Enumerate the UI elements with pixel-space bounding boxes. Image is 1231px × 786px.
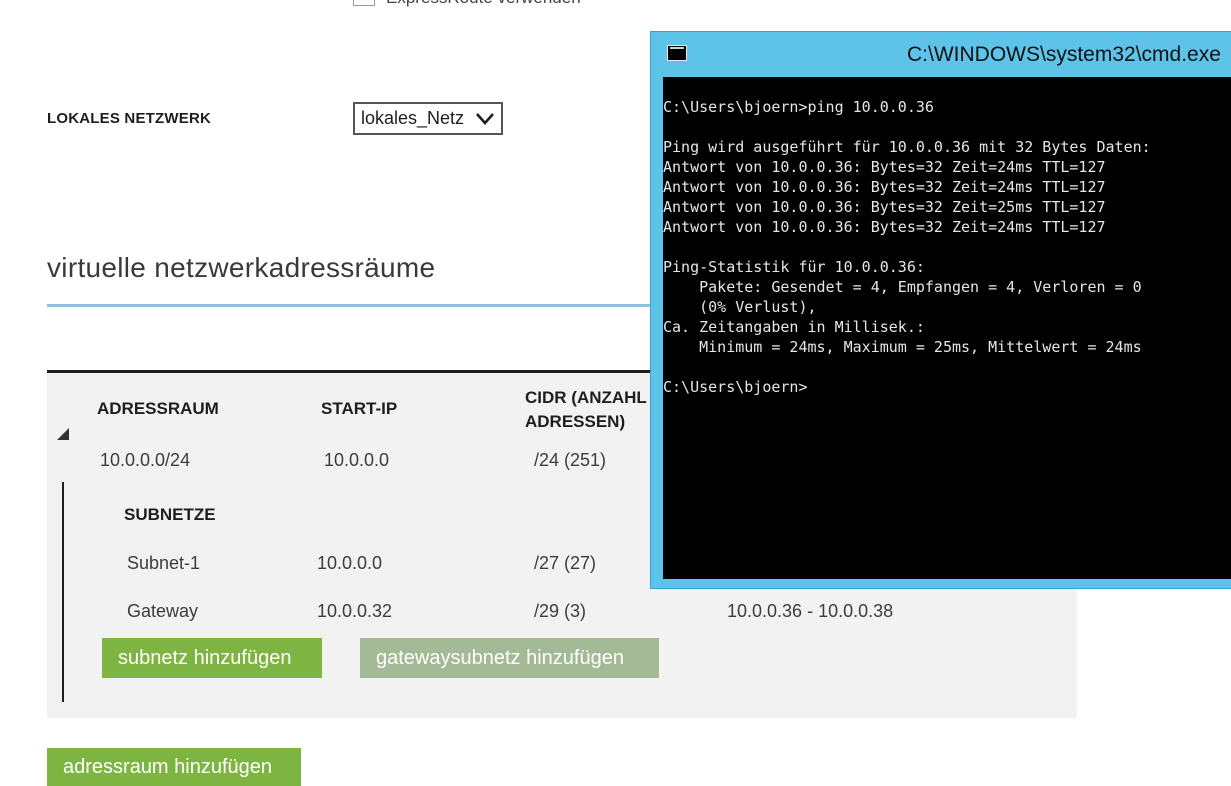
cmd-window-title: C:\WINDOWS\system32\cmd.exe (907, 43, 1221, 66)
cmd-console[interactable]: C:\Users\bjoern>ping 10.0.0.36 Ping wird… (663, 77, 1231, 579)
subnet-start-ip: 10.0.0.0 (317, 553, 383, 573)
address-space-cidr: /24 (251) (534, 450, 607, 470)
add-gateway-subnet-button[interactable]: gatewaysubnetz hinzufügen (360, 638, 659, 678)
column-header-cidr: CIDR (ANZAHL ADRESSEN) (525, 388, 647, 431)
cmd-icon (667, 45, 687, 61)
subnet-group-bar (62, 482, 64, 702)
gateway-subnet-start-ip: 10.0.0.32 (317, 601, 393, 621)
local-network-selected-value: lokales_Netz (361, 108, 465, 128)
address-space-range: 10.0.0.0/24 (100, 450, 191, 470)
subnet-name: Subnet-1 (127, 553, 201, 573)
collapse-triangle-icon[interactable] (57, 428, 69, 440)
gateway-subnet-name: Gateway (127, 601, 199, 621)
local-network-select[interactable]: lokales_Netz (353, 102, 503, 135)
subnets-label: SUBNETZE (124, 505, 216, 524)
address-space-start-ip: 10.0.0.0 (324, 450, 390, 470)
cmd-window[interactable]: C:\WINDOWS\system32\cmd.exe C:\Users\bjo… (650, 31, 1231, 589)
section-divider (47, 304, 667, 307)
add-subnet-button[interactable]: subnetz hinzufügen (102, 638, 322, 678)
column-header-address-space: ADRESSRAUM (97, 399, 219, 418)
subnet-cidr: /27 (27) (534, 553, 597, 573)
section-title: virtuelle netzwerkadressräume (47, 252, 436, 283)
gateway-subnet-cidr: /29 (3) (534, 601, 587, 621)
cmd-titlebar[interactable]: C:\WINDOWS\system32\cmd.exe (651, 32, 1231, 76)
cmd-output: C:\Users\bjoern>ping 10.0.0.36 Ping wird… (663, 98, 1151, 396)
chevron-down-icon (476, 112, 494, 125)
expressroute-label: ExpressRoute verwenden (386, 0, 581, 8)
add-address-space-button[interactable]: adressraum hinzufügen (47, 748, 301, 786)
expressroute-checkbox[interactable] (353, 0, 375, 6)
local-network-label: LOKALES NETZWERK (47, 110, 212, 127)
gateway-subnet-usable-range: 10.0.0.36 - 10.0.0.38 (727, 601, 894, 621)
column-header-start-ip: START-IP (321, 399, 398, 418)
